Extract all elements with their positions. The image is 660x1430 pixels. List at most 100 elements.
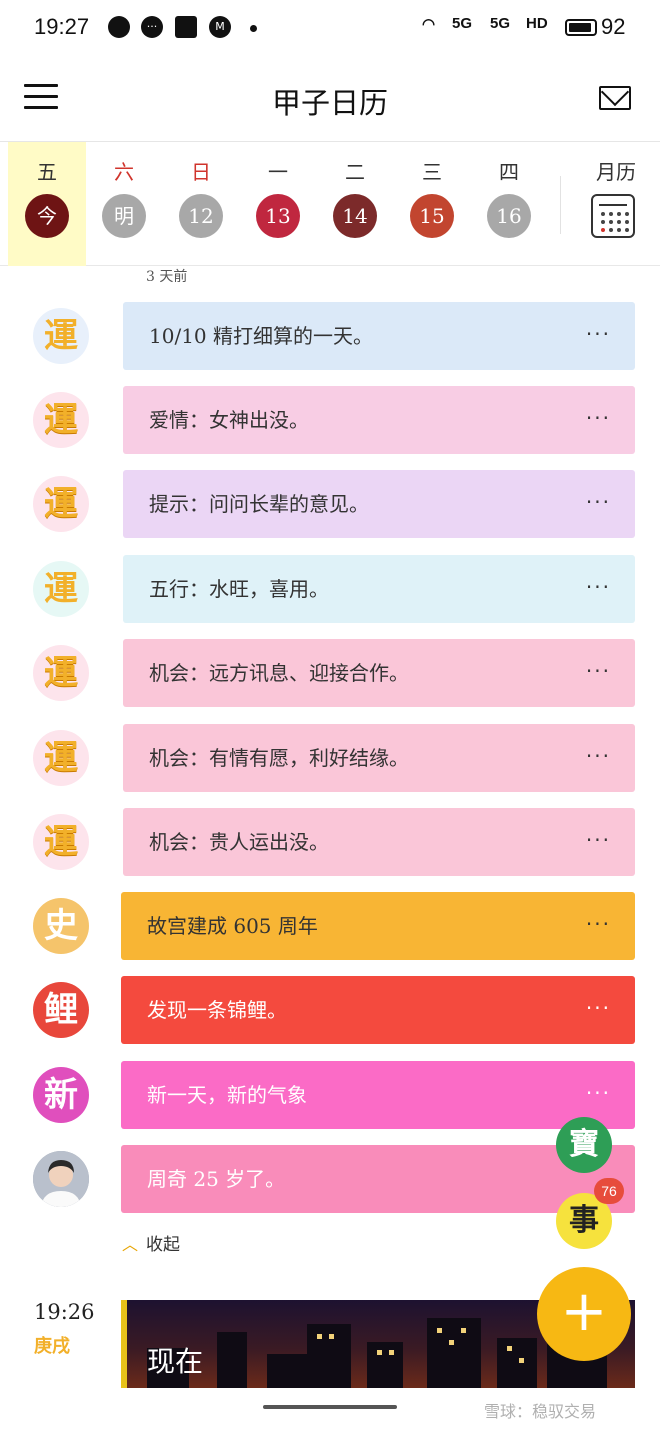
event-avatar[interactable]: 運 [33,730,89,786]
current-time: 19:26 [34,1300,95,1324]
window-light [519,1358,524,1363]
more-options-icon[interactable]: ··· [586,661,611,681]
window-light [449,1340,454,1345]
page-title: 甲子日历 [271,86,388,120]
building-shape [217,1332,247,1388]
week-strip: 五 今 六 明 日 12 一 13 二 14 三 15 四 16 月历 [0,142,660,266]
signal-icon-1: 5G [452,15,473,32]
hd-icon: HD [526,15,548,32]
mail-icon[interactable] [599,86,631,110]
event-avatar[interactable]: 運 [33,476,89,532]
event-card[interactable]: 故宫建成 605 周年 ··· [121,892,635,960]
day-14[interactable]: 二 14 [316,142,394,266]
event-row: 運 机会：远方讯息、迎接合作。 ··· [0,639,660,707]
event-row: 運 10/10 精打细算的一天。 ··· [0,302,660,370]
event-card[interactable]: 五行：水旺，喜用。 ··· [123,555,635,623]
more-options-icon[interactable]: ··· [586,577,611,597]
day-15[interactable]: 三 15 [393,142,471,266]
event-text: 机会：远方讯息、迎接合作。 [149,661,409,685]
more-options-icon[interactable]: ··· [586,324,611,344]
window-light [507,1346,512,1351]
metro-icon: M [209,16,231,38]
wifi-icon: ◠ [422,16,436,33]
battery-level: 92 [601,14,626,39]
signal-icon-2: 5G [490,15,511,32]
building-shape [497,1338,537,1388]
event-card[interactable]: 发现一条锦鲤。 ··· [121,976,635,1044]
event-row: 運 爱情：女神出没。 ··· [0,386,660,454]
event-row: 新 新一天，新的气象 ··· [0,1061,660,1129]
day-12[interactable]: 日 12 [162,142,240,266]
watermark: 雪球：稳驭交易 [484,1402,597,1421]
notification-badge: 76 [594,1178,624,1204]
event-avatar[interactable]: 運 [33,645,89,701]
event-avatar[interactable]: 運 [33,814,89,870]
event-card[interactable]: 机会：贵人运出没。 ··· [123,808,635,876]
event-avatar[interactable]: 新 [33,1067,89,1123]
more-options-icon[interactable]: ··· [586,830,611,850]
calendar-grid-icon [591,194,635,238]
event-card[interactable]: 10/10 精打细算的一天。 ··· [123,302,635,370]
event-card[interactable]: 机会：远方讯息、迎接合作。 ··· [123,639,635,707]
event-card[interactable]: 新一天，新的气象 ··· [121,1061,635,1129]
event-text: 爱情：女神出没。 [149,408,309,432]
chevron-up-icon: ︿ [122,1235,139,1254]
date-circle: 明 [102,194,146,238]
event-text: 机会：贵人运出没。 [149,830,329,854]
collapse-label: 收起 [146,1235,181,1255]
weekday-label: 四 [499,160,519,184]
day-16[interactable]: 四 16 [470,142,548,266]
event-avatar[interactable]: 運 [33,308,89,364]
weekday-label: 二 [345,160,365,184]
treasure-button[interactable]: 寶 [556,1117,612,1173]
date-circle: 15 [410,194,454,238]
event-text: 周奇 25 岁了。 [147,1167,286,1191]
event-avatar[interactable]: 史 [33,898,89,954]
month-calendar-button[interactable]: 月历 [585,142,647,266]
window-light [317,1334,322,1339]
weekday-label: 五 [37,160,57,184]
more-options-icon[interactable]: ··· [586,998,611,1018]
event-card[interactable]: 提示：问问长辈的意见。 ··· [123,470,635,538]
app-notification-icon [175,16,197,38]
weekday-label: 三 [422,160,442,184]
event-text: 提示：问问长辈的意见。 [149,492,369,516]
date-circle: 16 [487,194,531,238]
event-row: 運 五行：水旺，喜用。 ··· [0,555,660,623]
event-text: 新一天，新的气象 [147,1083,307,1107]
event-card[interactable]: 机会：有情有愿，利好结缘。 ··· [123,724,635,792]
event-text: 故宫建成 605 周年 [147,914,318,938]
message-dots-icon: ··· [141,16,163,38]
building-shape [427,1318,481,1388]
event-row: 運 提示：问问长辈的意见。 ··· [0,470,660,538]
weekday-label: 一 [268,160,288,184]
more-notifications-dot [250,25,257,32]
day-today[interactable]: 五 今 [8,142,86,266]
event-avatar[interactable]: 運 [33,561,89,617]
user-avatar[interactable] [33,1151,89,1207]
home-indicator[interactable] [263,1405,397,1409]
more-options-icon[interactable]: ··· [586,746,611,766]
weekday-label: 日 [191,160,211,184]
more-options-icon[interactable]: ··· [586,492,611,512]
app-header: 甲子日历 [0,56,660,142]
more-options-icon[interactable]: ··· [586,1083,611,1103]
event-text: 10/10 精打细算的一天。 [149,324,373,348]
window-light [377,1350,382,1355]
more-options-icon[interactable]: ··· [586,408,611,428]
day-13[interactable]: 一 13 [239,142,317,266]
event-avatar[interactable]: 運 [33,392,89,448]
status-time: 19:27 [34,14,90,39]
day-tomorrow[interactable]: 六 明 [85,142,163,266]
more-options-icon[interactable]: ··· [586,914,611,934]
ganzhi-label: 庚戌 [34,1336,70,1357]
event-text: 机会：有情有愿，利好结缘。 [149,746,409,770]
event-text: 五行：水旺，喜用。 [149,577,329,601]
event-card[interactable]: 爱情：女神出没。 ··· [123,386,635,454]
person-avatar-image [33,1151,89,1207]
window-light [461,1328,466,1333]
plus-icon[interactable]: + [537,1267,631,1361]
collapse-button[interactable]: ︿ 收起 [122,1230,180,1255]
event-avatar[interactable]: 鲤 [33,982,89,1038]
date-circle: 13 [256,194,300,238]
